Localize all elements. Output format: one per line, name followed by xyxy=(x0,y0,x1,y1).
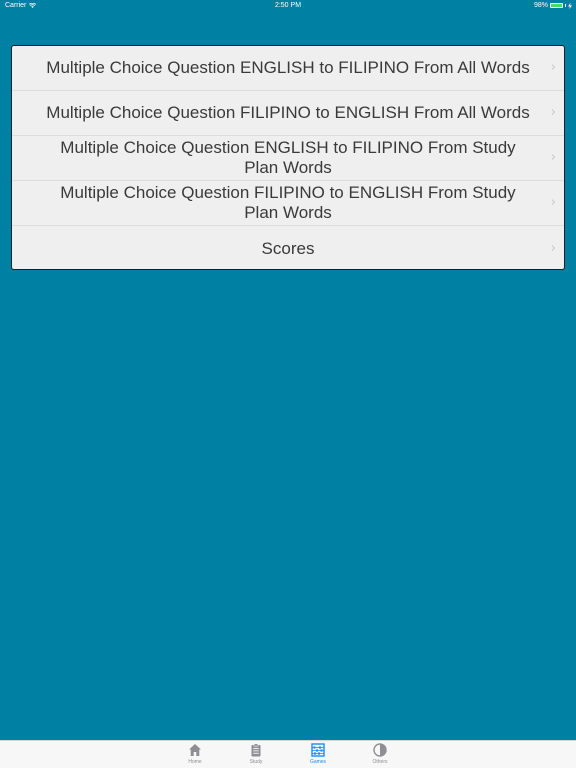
menu-item-mcq-filipino-english-study-plan[interactable]: Multiple Choice Question FILIPINO to ENG… xyxy=(12,181,564,226)
chevron-right-icon: › xyxy=(550,105,556,120)
chevron-right-icon: › xyxy=(550,150,556,165)
menu-item-label: Multiple Choice Question ENGLISH to FILI… xyxy=(60,138,516,177)
tab-home[interactable]: Home xyxy=(175,743,215,765)
half-circle-icon xyxy=(373,743,387,757)
menu-item-label: Scores xyxy=(261,238,315,258)
chevron-right-icon: › xyxy=(550,60,556,75)
menu-item-mcq-filipino-english-all[interactable]: Multiple Choice Question FILIPINO to ENG… xyxy=(12,91,564,136)
battery-icon xyxy=(550,3,563,8)
tab-label: Study xyxy=(249,759,263,765)
games-menu: Multiple Choice Question ENGLISH to FILI… xyxy=(11,45,565,270)
tab-study[interactable]: Study xyxy=(236,743,276,765)
menu-item-label: Multiple Choice Question ENGLISH to FILI… xyxy=(46,58,530,77)
battery-indicator: 98% xyxy=(534,2,572,9)
chevron-right-icon: › xyxy=(550,195,556,210)
home-icon xyxy=(189,744,201,756)
tab-label: Others xyxy=(372,759,388,765)
tab-games[interactable]: Games xyxy=(298,743,338,765)
battery-cap xyxy=(565,4,566,7)
menu-item-scores[interactable]: Scores › xyxy=(12,226,564,269)
menu-item-label: Multiple Choice Question FILIPINO to ENG… xyxy=(46,103,530,122)
battery-percent: 98% xyxy=(533,2,548,9)
status-bar: Carrier 2:50 PM 98% xyxy=(0,0,576,12)
menu-item-mcq-english-filipino-study-plan[interactable]: Multiple Choice Question ENGLISH to FILI… xyxy=(12,136,564,181)
menu-item-label: Multiple Choice Question FILIPINO to ENG… xyxy=(60,183,516,222)
menu-item-mcq-english-filipino-all[interactable]: Multiple Choice Question ENGLISH to FILI… xyxy=(12,46,564,91)
charging-icon xyxy=(568,2,572,9)
abacus-icon xyxy=(311,743,325,757)
tab-label: Games xyxy=(309,759,327,765)
status-time: 2:50 PM xyxy=(274,2,302,9)
clipboard-icon xyxy=(251,743,261,757)
tab-others[interactable]: Others xyxy=(360,743,400,765)
tab-bar: Home Study Games Others xyxy=(0,740,576,768)
tab-label: Home xyxy=(188,759,202,765)
chevron-right-icon: › xyxy=(550,240,556,256)
battery-fill xyxy=(551,4,562,7)
